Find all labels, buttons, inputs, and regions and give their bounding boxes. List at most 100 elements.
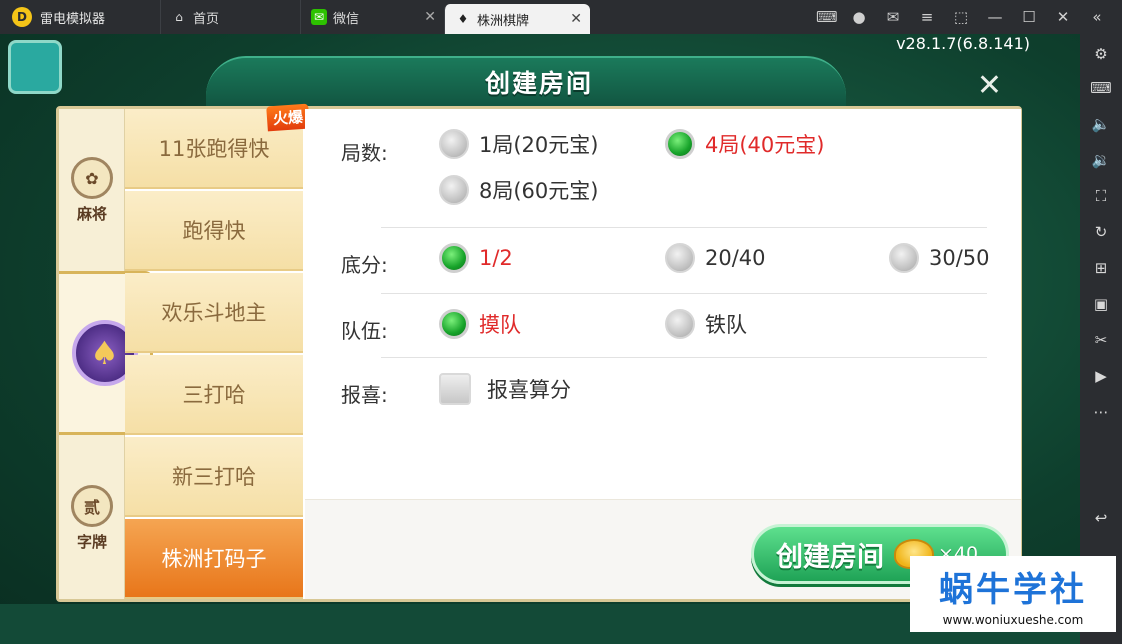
radio-button[interactable] (665, 309, 695, 339)
game-item-doudizhu[interactable]: 欢乐斗地主 (125, 273, 303, 353)
volume-up-icon[interactable]: 🔈 (1091, 114, 1111, 134)
volume-down-icon[interactable]: 🔉 (1091, 150, 1111, 170)
game-item-label: 欢乐斗地主 (161, 301, 267, 325)
scissors-icon[interactable]: ✂ (1091, 330, 1111, 350)
apk-icon[interactable]: ▣ (1091, 294, 1111, 314)
video-icon[interactable]: ▶ (1091, 366, 1111, 386)
category-mahjong-label: 麻将 (76, 205, 107, 223)
rounds-label: 局数: (341, 141, 388, 165)
rounds-option-1-label: 1局(20元宝) (479, 133, 599, 157)
dialog-title: 创建房间 (484, 69, 593, 98)
tab-wechat-close-icon[interactable]: ✕ (424, 9, 436, 25)
report-score-checkbox[interactable]: 报喜算分 (439, 373, 571, 405)
divider (381, 293, 987, 294)
game-item-sandaha[interactable]: 三打哈 (125, 355, 303, 435)
rounds-option-4[interactable]: 4局(40元宝) (665, 129, 824, 159)
room-options: 局数: 1局(20元宝) 4局(40元宝) 8局(60元宝) 底分: 1/2 2… (305, 109, 1021, 499)
keyboard-icon[interactable]: ⌨ (1090, 78, 1112, 98)
add-app-icon[interactable]: ⊞ (1091, 258, 1111, 278)
radio-button[interactable] (889, 243, 919, 273)
game-item-zhuzhou-damazi[interactable]: 株洲打码子 (125, 519, 303, 599)
radio-button-selected[interactable] (439, 243, 469, 273)
team-option-mo[interactable]: 摸队 (439, 309, 521, 339)
category-zipai-label: 字牌 (76, 533, 107, 551)
game-item-label: 三打哈 (182, 383, 246, 407)
report-score-checkbox-label: 报喜算分 (487, 378, 571, 402)
game-item-xin-sandaha[interactable]: 新三打哈 (125, 437, 303, 517)
base-score-option-30-50[interactable]: 30/50 (889, 243, 990, 273)
menu-icon[interactable]: ≡ (918, 8, 936, 26)
hot-badge: 火爆 (266, 103, 310, 132)
rounds-option-4-label: 4局(40元宝) (705, 133, 825, 157)
game-list: 11张跑得快 火爆 跑得快 欢乐斗地主 三打哈 新三打哈 株洲打码子 (125, 103, 310, 599)
base-score-label: 底分: (341, 253, 388, 277)
radio-button[interactable] (439, 175, 469, 205)
version-label: v28.1.7(6.8.141) (896, 34, 1030, 53)
category-mahjong[interactable]: ✿ 麻将 (59, 157, 125, 224)
app-name: 雷电模拟器 (40, 11, 106, 27)
dialog-body: ✿ 麻将 ♠ 贰 字牌 11张跑得快 火爆 跑得快 欢乐斗地主 三打哈 新三打哈… (56, 103, 1022, 602)
base-score-option-20-40[interactable]: 20/40 (665, 243, 766, 273)
tab-zhuzhou-qipai[interactable]: ♦ 株洲棋牌 ✕ (444, 4, 590, 34)
rounds-option-8[interactable]: 8局(60元宝) (439, 175, 598, 205)
game-viewport: v28.1.7(6.8.141) 创建房间 ✕ ✿ 麻将 ♠ 贰 字牌 11张跑… (0, 34, 1080, 644)
zipai-icon: 贰 (71, 485, 113, 527)
rounds-option-1[interactable]: 1局(20元宝) (439, 129, 598, 159)
fullscreen-icon[interactable]: ⛶ (1091, 186, 1111, 206)
radio-button-selected[interactable] (439, 309, 469, 339)
base-score-option-label: 20/40 (705, 246, 766, 270)
minimize-icon[interactable]: — (986, 8, 1004, 26)
base-score-option-1-2[interactable]: 1/2 (439, 243, 513, 273)
create-room-button-label: 创建房间 (776, 541, 884, 573)
mahjong-icon: ✿ (71, 157, 113, 199)
game-item-label: 跑得快 (182, 219, 246, 243)
rotate-icon[interactable]: ↻ (1091, 222, 1111, 242)
tab-zhuzhou-label: 株洲棋牌 (477, 13, 530, 29)
game-item-11-paodekuai[interactable]: 11张跑得快 火爆 (125, 103, 310, 189)
back-icon[interactable]: ↩ (1091, 508, 1111, 528)
base-score-option-label: 1/2 (479, 246, 513, 270)
tab-home[interactable]: ⌂ 首页 (160, 0, 300, 34)
emulator-sidebar: ⚙ ⌨ 🔈 🔉 ⛶ ↻ ⊞ ▣ ✂ ▶ ⋯ ↩ (1080, 34, 1122, 644)
watermark: 蜗牛学社 www.woniuxueshe.com (910, 556, 1116, 632)
divider (381, 227, 987, 228)
team-option-label: 铁队 (705, 313, 747, 337)
dialog-close-icon[interactable]: ✕ (977, 68, 1002, 103)
checkbox[interactable] (439, 373, 471, 405)
radio-button[interactable] (439, 129, 469, 159)
dialog-header: 创建房间 ✕ (56, 56, 1022, 108)
radio-button-selected[interactable] (665, 129, 695, 159)
more-icon[interactable]: ⋯ (1091, 402, 1111, 422)
radio-button[interactable] (665, 243, 695, 273)
avatar (8, 40, 62, 94)
tab-wechat-label: 微信 (333, 11, 360, 27)
watermark-url: www.woniuxueshe.com (942, 612, 1084, 627)
report-label: 报喜: (341, 383, 388, 407)
screenshot-icon[interactable]: ⬚ (952, 8, 970, 26)
tab-wechat[interactable]: ✉ 微信 ✕ (300, 0, 444, 34)
game-item-paodekuai[interactable]: 跑得快 (125, 191, 303, 271)
home-icon: ⌂ (175, 10, 183, 24)
wechat-icon: ✉ (311, 9, 327, 25)
close-icon[interactable]: ✕ (1054, 8, 1072, 26)
maximize-icon[interactable]: ☐ (1020, 8, 1038, 26)
category-zipai[interactable]: 贰 字牌 (59, 485, 125, 552)
category-column: ✿ 麻将 ♠ 贰 字牌 (59, 109, 153, 599)
rounds-option-8-label: 8局(60元宝) (479, 179, 599, 203)
emulator-titlebar: D 雷电模拟器 ⌂ 首页 ✉ 微信 ✕ ♦ 株洲棋牌 ✕ ⌨ ● ✉ ≡ ⬚ —… (0, 0, 1122, 34)
user-icon[interactable]: ● (850, 8, 868, 26)
game-item-label: 新三打哈 (172, 465, 256, 489)
watermark-title: 蜗牛学社 (939, 569, 1087, 610)
gamepad-icon[interactable]: ⌨ (816, 8, 838, 26)
divider (381, 357, 987, 358)
settings-icon[interactable]: ⚙ (1091, 44, 1111, 64)
mail-icon[interactable]: ✉ (884, 8, 902, 26)
tab-zhuzhou-close-icon[interactable]: ✕ (570, 11, 582, 27)
collapse-sidebar-icon[interactable]: « (1088, 8, 1106, 26)
team-option-tie[interactable]: 铁队 (665, 309, 747, 339)
tab-home-label: 首页 (193, 11, 220, 27)
app-logo-icon: D (12, 7, 32, 27)
base-score-option-label: 30/50 (929, 246, 990, 270)
create-room-dialog: 创建房间 ✕ ✿ 麻将 ♠ 贰 字牌 11张跑得快 火爆 跑得快 欢乐斗地主 三… (56, 56, 1022, 606)
game-app-icon: ♦ (457, 12, 469, 26)
